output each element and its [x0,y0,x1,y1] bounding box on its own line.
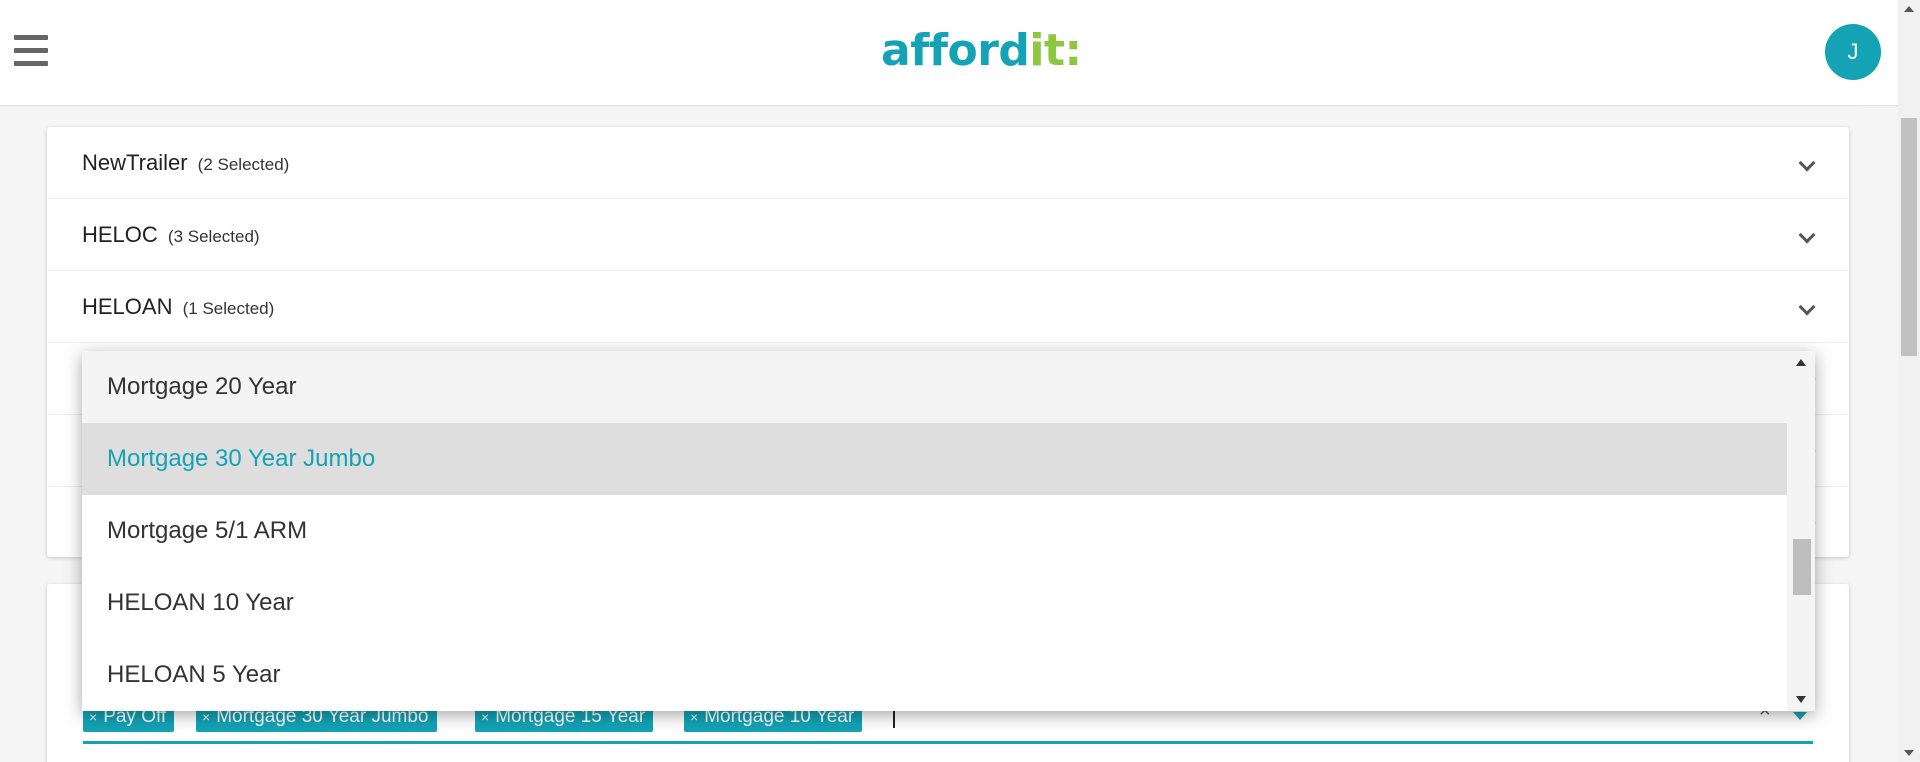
page-scrollbar[interactable] [1898,0,1920,762]
accordion-title-text: HELOC [82,222,158,247]
options-dropdown: Mortgage 20 Year Mortgage 30 Year Jumbo … [82,351,1815,711]
accordion-title: HELOC (3 Selected) [82,222,260,248]
top-header: affordit: J [0,0,1898,106]
scroll-up-arrow-icon[interactable] [1796,359,1806,366]
accordion-title: HELOAN (1 Selected) [82,294,274,320]
dropdown-scrollbar[interactable] [1787,351,1815,711]
user-avatar[interactable]: J [1825,24,1881,80]
accordion-item-newtrailer[interactable]: NewTrailer (2 Selected) [47,127,1849,199]
scroll-down-arrow-icon[interactable] [1904,750,1914,756]
affordit-logo[interactable]: affordit: [881,25,1082,76]
scroll-down-arrow-icon[interactable] [1796,696,1806,703]
page-scroll-thumb[interactable] [1901,118,1917,356]
dropdown-option[interactable]: HELOAN 5 Year [82,639,1787,711]
dropdown-option[interactable]: HELOAN 10 Year [82,567,1787,639]
dropdown-scroll-thumb[interactable] [1793,539,1811,595]
remove-tag-icon[interactable]: × [89,709,97,725]
chevron-down-icon[interactable] [1798,154,1816,172]
accordion-item-heloan[interactable]: HELOAN (1 Selected) [47,271,1849,343]
logo-text-afford: afford [881,25,1030,76]
accordion-title-text: NewTrailer [82,150,188,175]
logo-text-it: it: [1029,25,1082,76]
remove-tag-icon[interactable]: × [690,709,698,725]
dropdown-arrow-icon[interactable] [1793,712,1807,720]
accordion-item-heloc[interactable]: HELOC (3 Selected) [47,199,1849,271]
dropdown-option[interactable]: Mortgage 20 Year [82,351,1787,423]
chevron-down-icon[interactable] [1798,298,1816,316]
selected-count: (1 Selected) [182,299,275,318]
selected-count: (2 Selected) [197,155,290,174]
chevron-down-icon[interactable] [1798,226,1816,244]
remove-tag-icon[interactable]: × [202,709,210,725]
accordion-title-text: HELOAN [82,294,173,319]
remove-tag-icon[interactable]: × [481,709,489,725]
selected-count: (3 Selected) [167,227,260,246]
dropdown-option[interactable]: Mortgage 5/1 ARM [82,495,1787,567]
hamburger-icon[interactable] [14,35,48,67]
dropdown-option[interactable]: Mortgage 30 Year Jumbo [82,423,1787,495]
scroll-up-arrow-icon[interactable] [1904,6,1914,12]
accordion-title: NewTrailer (2 Selected) [82,150,289,176]
